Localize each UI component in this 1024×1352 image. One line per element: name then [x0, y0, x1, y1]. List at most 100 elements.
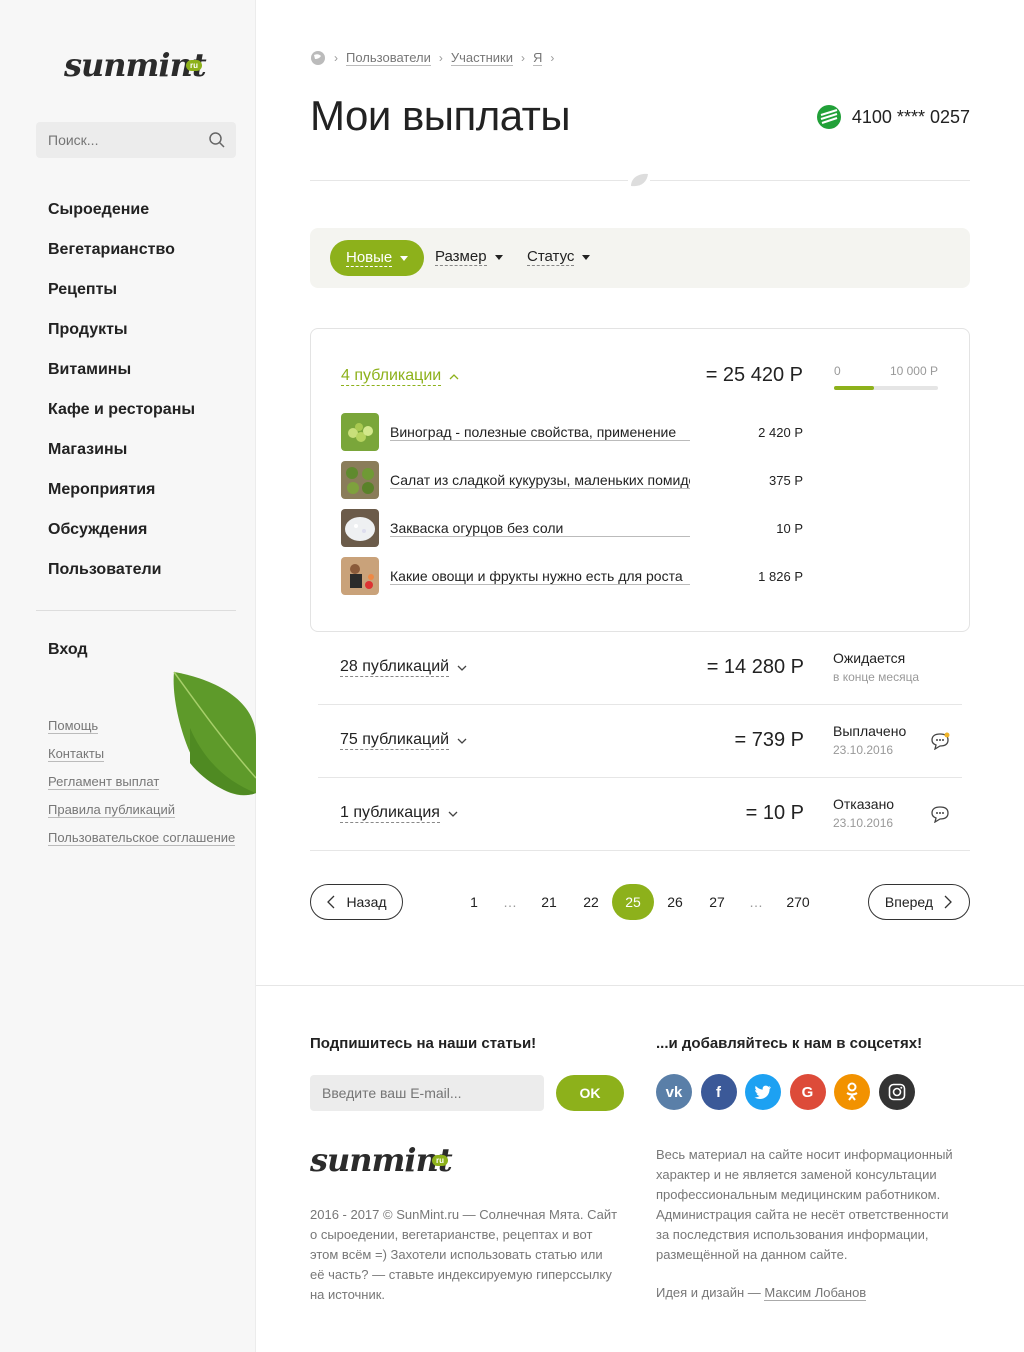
filter-new-button[interactable]: Новые: [330, 240, 425, 276]
nav-item-events[interactable]: Мероприятия: [48, 480, 195, 520]
breadcrumb-users[interactable]: Пользователи: [346, 50, 431, 66]
next-page-button[interactable]: Вперед: [868, 884, 970, 920]
status-label: Отказано: [833, 796, 895, 812]
breadcrumb-me[interactable]: Я: [532, 50, 543, 66]
status-label: Ожидается: [833, 650, 906, 666]
design-credit: Идея и дизайн — Максим Лобанов: [656, 1285, 867, 1301]
odnoklassniki-icon[interactable]: [834, 1074, 870, 1110]
filter-bar: Новые Размер Статус: [310, 228, 970, 288]
publication-row: Салат из сладкой кукурузы, маленьких пом…: [341, 461, 803, 499]
group-amount: = 25 420 Р: [705, 364, 803, 386]
subscribe-ok-button[interactable]: OK: [556, 1075, 624, 1111]
google-plus-icon[interactable]: G: [789, 1074, 826, 1110]
filter-size-label: Размер: [435, 248, 487, 266]
page-link[interactable]: 22: [570, 884, 612, 920]
help-link[interactable]: Помощь: [48, 718, 235, 746]
group-status: Выплачено 23.10.2016: [833, 723, 906, 757]
publication-title[interactable]: Закваска огурцов без соли: [390, 520, 690, 537]
nav-item-products[interactable]: Продукты: [48, 320, 195, 360]
status-date: 23.10.2016: [833, 743, 894, 757]
publication-title[interactable]: Салат из сладкой кукурузы, маленьких пом…: [390, 472, 690, 489]
credit-prefix: Идея и дизайн —: [656, 1285, 761, 1300]
chevron-down-icon: [457, 738, 467, 744]
prev-page-button[interactable]: Назад: [310, 884, 403, 920]
payout-progress: 0 10 000 Р: [834, 364, 938, 390]
email-input[interactable]: [310, 1075, 544, 1111]
publication-value: 1 826 Р: [758, 568, 803, 584]
publication-thumbnail[interactable]: [341, 461, 379, 499]
copyright-text: 2016 - 2017 © SunMint.ru — Солнечная Мят…: [310, 1207, 618, 1302]
search-input[interactable]: [36, 122, 196, 158]
social-heading: ...и добавляйтесь к нам в соцсетях!: [656, 1035, 923, 1052]
next-page-label: Вперед: [884, 894, 934, 910]
nav-item-vegetarianism[interactable]: Вегетарианство: [48, 240, 195, 280]
nav-item-discussions[interactable]: Обсуждения: [48, 520, 195, 560]
twitter-icon[interactable]: [745, 1074, 781, 1110]
progress-track: [834, 386, 938, 390]
designer-link[interactable]: Максим Лобанов: [764, 1285, 867, 1301]
page-link[interactable]: 21: [528, 884, 570, 920]
group-amount: = 14 280 Р: [706, 656, 804, 678]
page-ellipsis: …: [749, 894, 763, 910]
leaf-divider-icon: [628, 171, 650, 189]
publication-rules-link[interactable]: Правила публикаций: [48, 802, 235, 830]
instagram-icon[interactable]: [878, 1074, 915, 1110]
page-link-current[interactable]: 25: [612, 884, 654, 920]
globe-icon[interactable]: [310, 50, 326, 66]
caret-down-icon: [494, 255, 503, 260]
nav-item-raw-food[interactable]: Сыроедение: [48, 200, 195, 240]
breadcrumb: › Пользователи › Участники › Я ›: [310, 50, 562, 66]
group-toggle[interactable]: 1 публикация: [340, 804, 458, 823]
group-toggle[interactable]: 28 публикаций: [340, 658, 467, 677]
publication-thumbnail[interactable]: [341, 557, 379, 595]
nav-item-users[interactable]: Пользователи: [48, 560, 195, 600]
sidebar-secondary-links: Помощь Контакты Регламент выплат Правила…: [48, 718, 236, 858]
comment-icon[interactable]: [930, 805, 950, 823]
nav-item-cafes[interactable]: Кафе и рестораны: [48, 400, 195, 440]
breadcrumb-members[interactable]: Участники: [450, 50, 513, 66]
publication-value: 375 Р: [769, 472, 803, 488]
progress-min: 0: [834, 364, 841, 378]
page-link[interactable]: 27: [696, 884, 738, 920]
progress-max: 10 000 Р: [889, 364, 938, 378]
user-agreement-link[interactable]: Пользовательское соглашение: [48, 830, 236, 858]
search-icon[interactable]: [208, 131, 226, 149]
status-label: Выплачено: [833, 723, 907, 739]
logo-text: sunmint: [64, 46, 207, 84]
filter-status-dropdown[interactable]: Статус: [527, 249, 591, 266]
publication-thumbnail[interactable]: [341, 509, 379, 547]
chevron-right-icon: [944, 895, 952, 909]
contacts-link[interactable]: Контакты: [48, 746, 235, 774]
contacts-link-label: Контакты: [48, 746, 105, 762]
page-link[interactable]: 270: [777, 884, 819, 920]
footer-divider: [256, 985, 1024, 986]
publication-title[interactable]: Какие овощи и фрукты нужно есть для рост…: [390, 568, 690, 585]
group-toggle[interactable]: 4 публикации: [341, 367, 459, 386]
filter-size-dropdown[interactable]: Размер: [435, 249, 503, 266]
site-logo[interactable]: sunmint ru: [64, 40, 214, 92]
footer-logo[interactable]: sunmint ru: [310, 1135, 460, 1187]
page-link[interactable]: 26: [654, 884, 696, 920]
sberbank-icon: [816, 105, 841, 129]
prev-page-label: Назад: [346, 894, 387, 910]
search-box: [36, 122, 236, 158]
payout-rules-link[interactable]: Регламент выплат: [48, 774, 235, 802]
publication-rules-link-label: Правила публикаций: [48, 802, 175, 818]
publication-title[interactable]: Виноград - полезные свойства, применение: [390, 424, 690, 441]
publication-value: 2 420 Р: [758, 424, 803, 440]
card-number: 4100 **** 0257: [851, 106, 970, 127]
vk-icon[interactable]: vk: [656, 1074, 692, 1110]
nav-item-shops[interactable]: Магазины: [48, 440, 195, 480]
facebook-icon[interactable]: f: [700, 1074, 737, 1110]
payout-group: 28 публикаций = 14 280 Р Ожидается в кон…: [318, 632, 962, 705]
login-link[interactable]: Вход: [48, 641, 88, 659]
breadcrumb-separator-icon: ›: [550, 51, 555, 65]
payout-card: 4100 **** 0257: [816, 104, 970, 130]
disclaimer-text: Весь материал на сайте носит информацион…: [656, 1147, 953, 1262]
comment-icon[interactable]: [930, 732, 950, 750]
group-toggle[interactable]: 75 публикаций: [340, 731, 467, 750]
nav-item-vitamins[interactable]: Витамины: [48, 360, 195, 400]
sidebar: sunmint ru Сыроедение Вегетарианство Рец…: [0, 0, 256, 1352]
nav-item-recipes[interactable]: Рецепты: [48, 280, 195, 320]
publication-thumbnail[interactable]: [341, 413, 379, 451]
